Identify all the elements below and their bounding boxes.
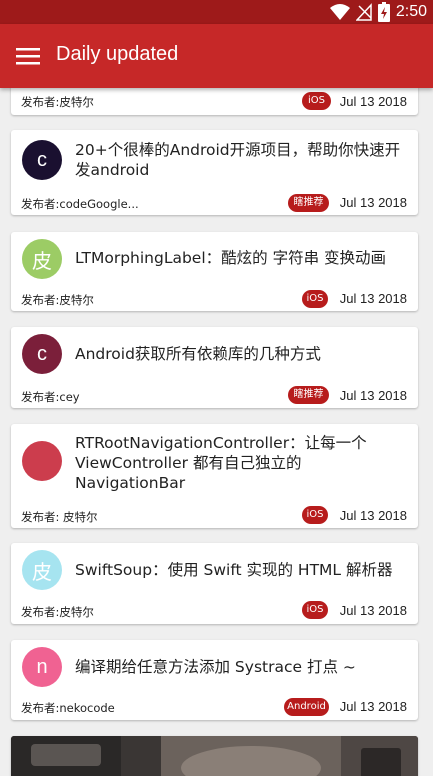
feed-list[interactable]: 发布者:皮特尔 iOS Jul 13 2018 c 20+个很棒的Android… — [0, 88, 433, 776]
date-label: Jul 13 2018 — [339, 94, 407, 109]
date-label: Jul 13 2018 — [339, 388, 407, 403]
feed-card[interactable]: n 编译期给任意方法添加 Systrace 打点 ~ 发布者:nekocode … — [11, 640, 418, 720]
publisher-label: 发布者:cey — [21, 390, 80, 404]
publisher-label: 发布者:nekocode — [21, 701, 115, 715]
avatar — [22, 441, 62, 481]
article-title: RTRootNavigationController：让每一个 ViewCont… — [75, 434, 367, 492]
publisher-label: 发布者:皮特尔 — [21, 293, 94, 307]
avatar: n — [22, 647, 62, 687]
menu-icon[interactable] — [16, 44, 40, 68]
article-title: Android获取所有依赖库的几种方式 — [75, 345, 321, 363]
publisher-label: 发布者:codeGoogle... — [21, 197, 139, 211]
car-interior-image — [11, 736, 418, 776]
feed-card[interactable]: c Android获取所有依赖库的几种方式 发布者:cey 瞎推荐 Jul 13… — [11, 327, 418, 408]
tag-badge: iOS — [302, 290, 328, 308]
feed-card-image[interactable] — [11, 736, 418, 776]
signal-off-icon — [355, 3, 372, 21]
wifi-icon — [329, 4, 350, 20]
date-label: Jul 13 2018 — [339, 291, 407, 306]
feed-card[interactable]: 皮 LTMorphingLabel：酷炫的 字符串 变换动画 发布者:皮特尔 i… — [11, 232, 418, 311]
article-title: 编译期给任意方法添加 Systrace 打点 ~ — [75, 658, 356, 676]
avatar: 皮 — [22, 239, 62, 279]
avatar: c — [22, 140, 62, 180]
tag-badge: 瞎推荐 — [288, 194, 329, 212]
avatar: c — [22, 334, 62, 374]
date-label: Jul 13 2018 — [339, 508, 407, 523]
page-title: Daily updated — [56, 43, 179, 65]
publisher-label: 发布者: 皮特尔 — [21, 510, 98, 524]
feed-card[interactable]: 皮 SwiftSoup：使用 Swift 实现的 HTML 解析器 发布者:皮特… — [11, 543, 418, 624]
date-label: Jul 13 2018 — [339, 603, 407, 618]
feed-card[interactable]: RTRootNavigationController：让每一个 ViewCont… — [11, 424, 418, 528]
date-label: Jul 13 2018 — [339, 195, 407, 210]
app-bar: Daily updated — [0, 24, 433, 88]
article-title: LTMorphingLabel：酷炫的 字符串 变换动画 — [75, 249, 386, 267]
article-title: SwiftSoup：使用 Swift 实现的 HTML 解析器 — [75, 561, 393, 579]
tag-badge: iOS — [302, 506, 328, 524]
feed-card[interactable]: 发布者:皮特尔 iOS Jul 13 2018 — [11, 88, 418, 115]
publisher-label: 发布者:皮特尔 — [21, 605, 94, 619]
tag-badge: 瞎推荐 — [288, 386, 329, 404]
feed-card[interactable]: c 20+个很棒的Android开源项目，帮助你快速开发android 发布者:… — [11, 130, 418, 215]
tag-badge: Android — [284, 698, 329, 716]
article-title: 20+个很棒的Android开源项目，帮助你快速开发android — [75, 141, 401, 179]
publisher-label: 发布者:皮特尔 — [21, 95, 94, 109]
tag-badge: iOS — [302, 92, 331, 110]
avatar: 皮 — [22, 550, 62, 590]
status-time: 2:50 — [395, 3, 427, 20]
date-label: Jul 13 2018 — [339, 699, 407, 714]
status-bar: 2:50 — [0, 0, 433, 24]
tag-badge: iOS — [302, 601, 328, 619]
battery-charging-icon — [377, 2, 390, 22]
